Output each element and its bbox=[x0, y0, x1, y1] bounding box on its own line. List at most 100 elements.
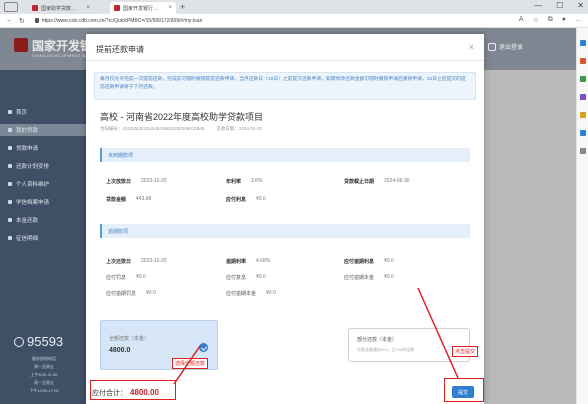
url-field[interactable]: https://www.csls.cdb.com.cn/?rc/QuickPMB… bbox=[34, 17, 203, 24]
field-label: 应付逾期利息 bbox=[344, 259, 375, 265]
outlook-icon[interactable] bbox=[580, 130, 586, 136]
hotline-info: 服务热线电话 bbox=[32, 356, 56, 361]
new-tab-button[interactable]: + bbox=[180, 2, 185, 12]
logout-button[interactable]: 退出登录 bbox=[488, 42, 523, 51]
last-date-row: 上次还款日 2023-12-20 bbox=[106, 258, 167, 265]
loan-icon bbox=[8, 128, 12, 132]
field-label: 应付逾期本金 bbox=[226, 291, 257, 297]
field-label: 年利率 bbox=[226, 179, 242, 185]
total-highlight-box bbox=[90, 380, 176, 400]
address-bar: ← ↻ https://www.csls.cdb.com.cn/?rc/Quic… bbox=[0, 14, 588, 28]
sidebar-item-label: 本金还款 bbox=[16, 218, 39, 224]
shopping-icon[interactable] bbox=[580, 58, 586, 64]
cdb-logo-icon bbox=[14, 38, 28, 52]
site-favicon-icon bbox=[114, 5, 120, 11]
field-value: 2023-12-20 bbox=[141, 258, 167, 264]
user-icon bbox=[8, 182, 12, 186]
home-icon bbox=[8, 110, 12, 114]
field-value: ¥0.0 bbox=[146, 290, 156, 296]
collections-icon[interactable]: ⧉ bbox=[548, 16, 553, 24]
add-icon[interactable] bbox=[580, 148, 586, 154]
rate-row: 年利率 3.6% bbox=[226, 178, 262, 185]
hotline-info: 周一至周五 bbox=[34, 364, 54, 369]
sidebar-item-label: 我的贷款 bbox=[16, 128, 39, 134]
close-icon[interactable]: × bbox=[469, 42, 474, 52]
field-label: 上次还款日 bbox=[106, 259, 132, 265]
file-icon bbox=[8, 200, 12, 204]
option-label: 全额还款（本金） bbox=[109, 336, 150, 342]
credit-icon bbox=[8, 236, 12, 240]
field-value: ¥0.0 bbox=[266, 290, 276, 296]
sidebar-item-repay-plan[interactable]: 还款计划安排 bbox=[0, 160, 86, 172]
refresh-icon[interactable]: ↻ bbox=[19, 17, 25, 25]
prepay-modal: 提前还款申请 × 每月仅允许完成一次提前还款，完成前可随时撤销提前还款申请，当月… bbox=[86, 34, 484, 404]
sidebar-item-profile[interactable]: 个人资料维护 bbox=[0, 178, 86, 190]
hotline-info: 下午13:30-17:00 bbox=[29, 388, 59, 393]
field-value: 2023-12-20 bbox=[141, 178, 167, 184]
url-text: https://www.csls.cdb.com.cn/?rc/QuickPMB… bbox=[41, 17, 203, 24]
profile-icon[interactable]: ● bbox=[562, 16, 566, 24]
more-menu-icon[interactable]: … bbox=[575, 16, 582, 24]
field-value: 2024-06-30 bbox=[384, 178, 410, 184]
date-label: 还款日期： bbox=[216, 126, 239, 131]
field-label: 应付利息 bbox=[226, 197, 247, 203]
apply-icon bbox=[8, 146, 12, 150]
close-window-button[interactable]: ✕ bbox=[577, 1, 584, 10]
field-value: ¥0.0 bbox=[384, 258, 394, 264]
browser-tab-bar: 国家助学贷款… × 国家开发银行… × + — ☐ ✕ bbox=[0, 0, 588, 14]
sidebar-item-label: 个人资料维护 bbox=[16, 182, 50, 188]
search-icon[interactable] bbox=[580, 40, 586, 46]
site-favicon-icon bbox=[32, 5, 38, 11]
maximize-button[interactable]: ☐ bbox=[556, 1, 563, 10]
check-icon bbox=[199, 343, 208, 352]
calendar-icon bbox=[8, 164, 12, 168]
loan-date-row: 上次放款日 2023-12-20 bbox=[106, 178, 167, 185]
games-icon[interactable] bbox=[580, 94, 586, 100]
sidebar-item-label: 学信档案申请 bbox=[16, 200, 50, 206]
logo-subtext: CHINA DEVELOPMENT BANK bbox=[32, 53, 95, 58]
sidebar-item-records[interactable]: 学信档案申请 bbox=[0, 196, 86, 208]
logout-label: 退出登录 bbox=[499, 45, 524, 51]
hotline: 95593 bbox=[14, 334, 63, 349]
sidebar-item-credit[interactable]: 征信明细 bbox=[0, 232, 86, 244]
field-label: 上次放款日 bbox=[106, 179, 132, 185]
page: 国家开发银 CHINA DEVELOPMENT BANK 退出登录 首页 我的贷… bbox=[0, 28, 576, 404]
browser-tab-1[interactable]: 国家助学贷款… × bbox=[28, 2, 94, 14]
field-label: 应付复息 bbox=[226, 275, 247, 281]
tab-close-icon[interactable]: × bbox=[168, 5, 172, 11]
contract-label: 合同编号： bbox=[100, 126, 123, 131]
field-value: 3.6% bbox=[251, 178, 263, 184]
favorite-star-icon[interactable]: ☆ bbox=[532, 16, 538, 24]
logo-text: 国家开发银 bbox=[32, 39, 93, 53]
read-aloud-icon[interactable]: A bbox=[519, 16, 524, 24]
sidebar-item-my-loans[interactable]: 我的贷款 bbox=[0, 124, 86, 136]
tab-label: 国家助学贷款… bbox=[41, 5, 77, 12]
sidebar-item-home[interactable]: 首页 bbox=[0, 106, 86, 118]
compound-row: 应付复息 ¥0.0 bbox=[226, 274, 266, 281]
hotline-info: 周一至周五 bbox=[34, 380, 54, 385]
modal-title: 提前还款申请 bbox=[96, 45, 144, 54]
browser-tab-2[interactable]: 国家开发银行… × bbox=[110, 2, 176, 14]
overdue-interest-row: 应付逾期利息 ¥0.0 bbox=[344, 258, 394, 265]
sidebar-item-loan-apply[interactable]: 贷款申请 bbox=[0, 142, 86, 154]
back-icon[interactable]: ← bbox=[6, 17, 13, 24]
field-label: 贷款金额 bbox=[106, 197, 127, 203]
field-label: 应付罚息 bbox=[106, 275, 127, 281]
tab-close-icon[interactable]: × bbox=[86, 5, 90, 11]
field-label: 应付逾期本金 bbox=[344, 275, 375, 281]
field-value: ¥0.0 bbox=[256, 196, 266, 202]
divider bbox=[86, 60, 484, 61]
tools-icon[interactable] bbox=[580, 76, 586, 82]
phone-icon bbox=[14, 336, 24, 347]
sidebar-item-principal[interactable]: 本金还款 bbox=[0, 214, 86, 226]
repay-date: 2024-02-20 bbox=[238, 126, 262, 131]
sidebar-item-label: 征信明细 bbox=[16, 236, 39, 242]
tab-actions-icon[interactable] bbox=[4, 2, 18, 12]
minimize-button[interactable]: — bbox=[534, 1, 542, 10]
office-icon[interactable] bbox=[580, 112, 586, 118]
field-value: ¥0.0 bbox=[136, 274, 146, 280]
sidebar: 首页 我的贷款 贷款申请 还款计划安排 个人资料维护 学信档案申请 本金还款 征… bbox=[0, 70, 86, 404]
penalty-row: 应付罚息 ¥0.0 bbox=[106, 274, 146, 281]
browser-toolbar: A ☆ ⧉ ● … bbox=[519, 16, 582, 24]
sidebar-item-label: 还款计划安排 bbox=[16, 164, 50, 170]
